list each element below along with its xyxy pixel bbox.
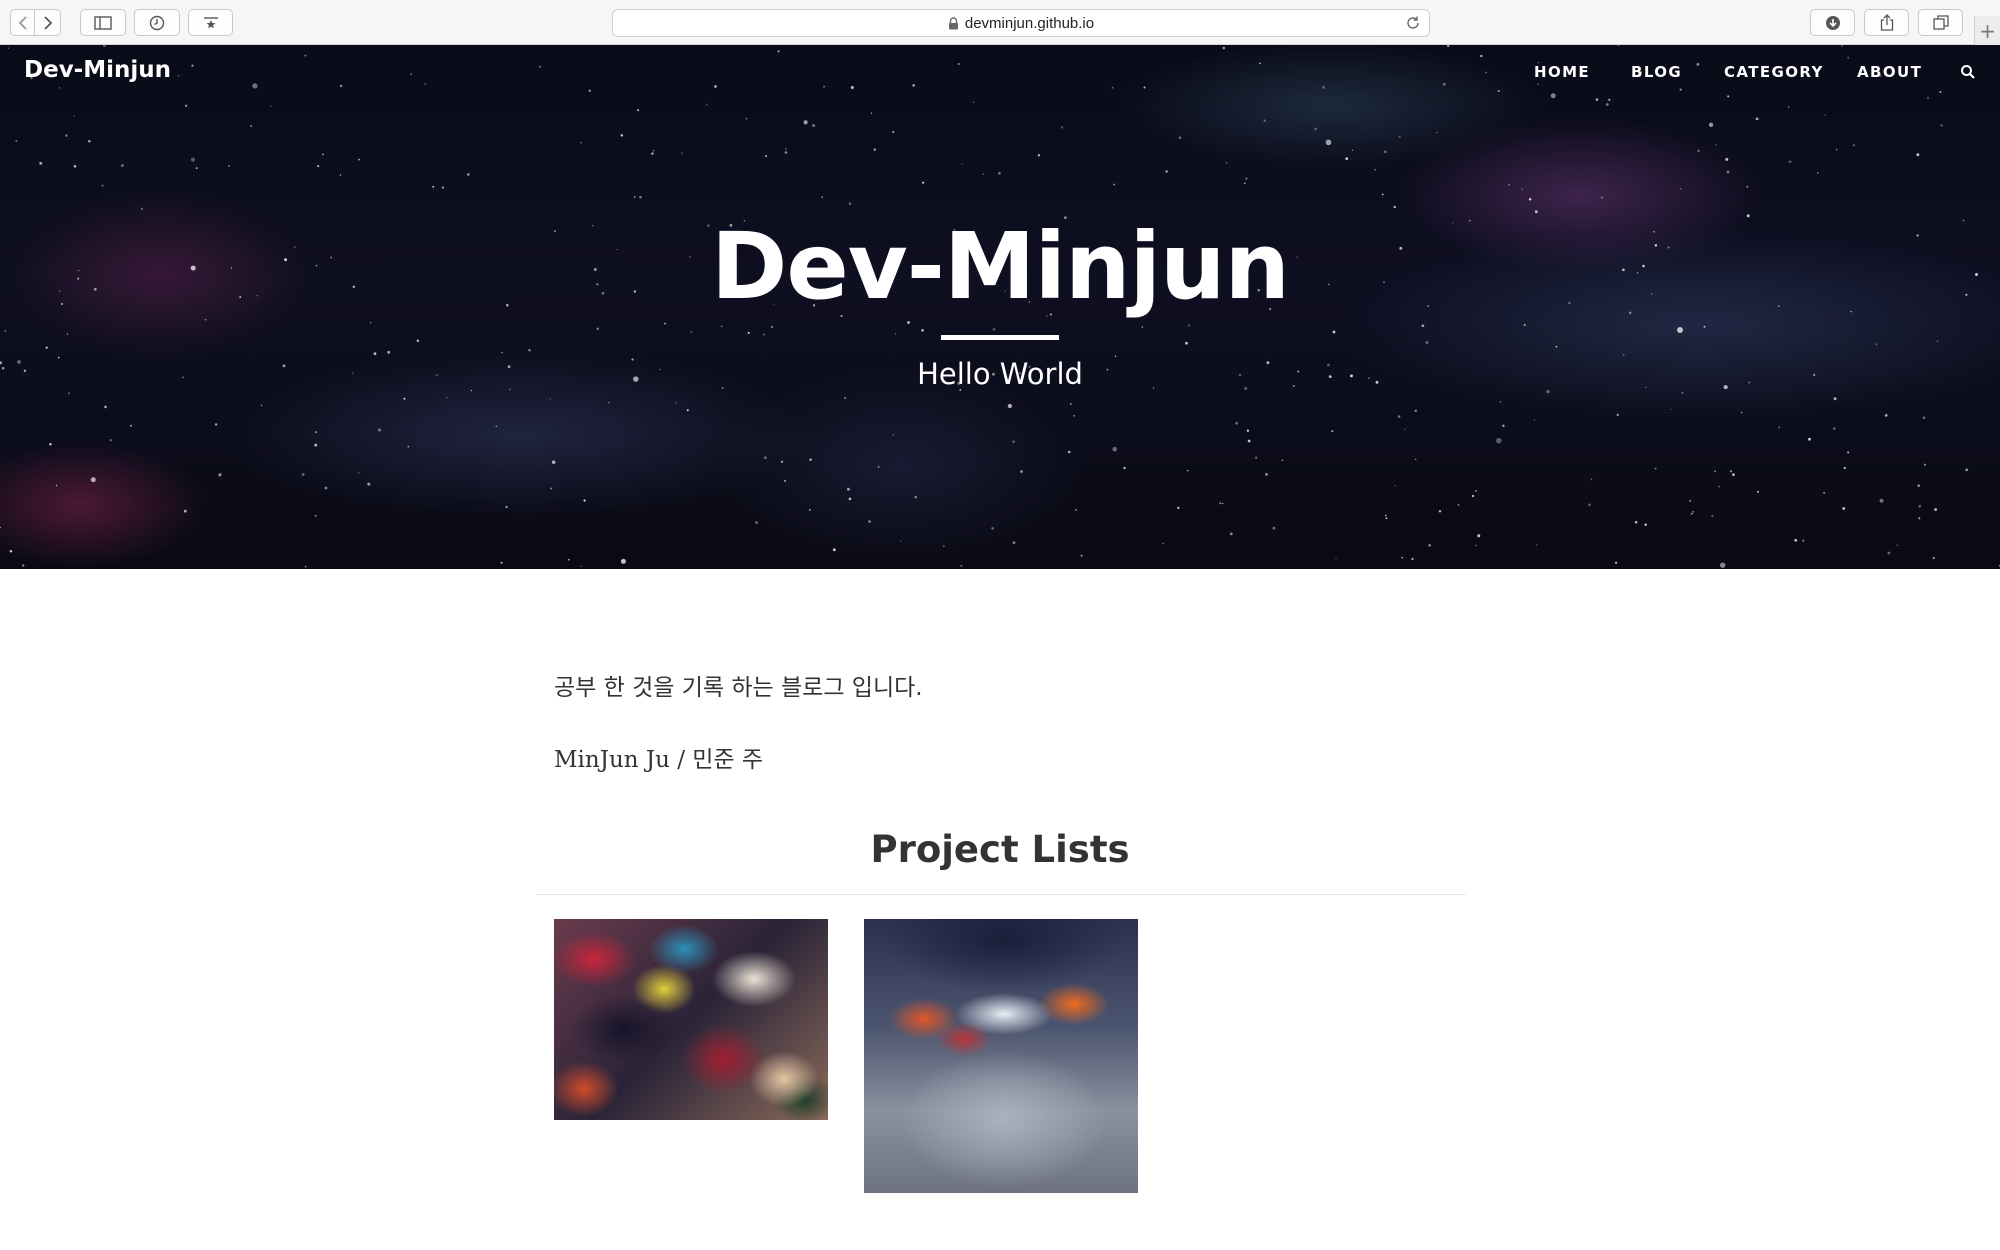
chevron-right-icon [43,15,52,30]
hero-title: Dev-Minjun [710,213,1290,320]
project-lists-title: Project Lists [870,828,1130,871]
site-brand[interactable]: Dev-Minjun [24,57,171,83]
back-button[interactable] [10,9,35,36]
chevron-left-icon [18,15,27,30]
tabs-icon [1932,15,1949,30]
share-button[interactable] [1864,9,1909,36]
browser-toolbar: devminjun.github.io + [0,0,2000,45]
project-card-thumbnail[interactable] [864,919,1138,1193]
favorites-button[interactable] [188,9,233,36]
clock-icon [149,15,165,30]
share-icon [1880,14,1893,31]
downloads-button[interactable] [1810,9,1855,36]
url-text: devminjun.github.io [964,14,1095,32]
hero-subtitle: Hello World [917,357,1083,391]
sidebar-icon [94,15,112,30]
hero-divider [941,335,1059,340]
sidebar-button[interactable] [80,9,126,36]
author-name: MinJun Ju / 민준 주 [554,747,764,773]
nav-home[interactable]: HOME [1534,63,1590,81]
address-bar[interactable]: devminjun.github.io [612,9,1430,37]
history-button[interactable] [134,9,180,36]
nav-blog[interactable]: BLOG [1631,63,1682,81]
project-card-thumbnail[interactable] [554,919,828,1120]
forward-button[interactable] [35,9,61,36]
lock-icon [948,16,959,30]
nav-category[interactable]: CATEGORY [1724,63,1824,81]
section-divider [536,894,1466,895]
star-icon [203,16,218,28]
hero-header: Dev-Minjun HOME BLOG CATEGORY ABOUT Dev-… [0,45,2000,569]
nav-about[interactable]: ABOUT [1857,63,1922,81]
reload-icon[interactable] [1405,15,1421,35]
tabs-overview-button[interactable] [1918,9,1963,36]
intro-text: 공부 한 것을 기록 하는 블로그 입니다. [554,675,923,701]
new-tab-button[interactable]: + [1974,16,2000,45]
search-icon[interactable] [1960,64,1976,84]
download-icon [1825,15,1840,30]
